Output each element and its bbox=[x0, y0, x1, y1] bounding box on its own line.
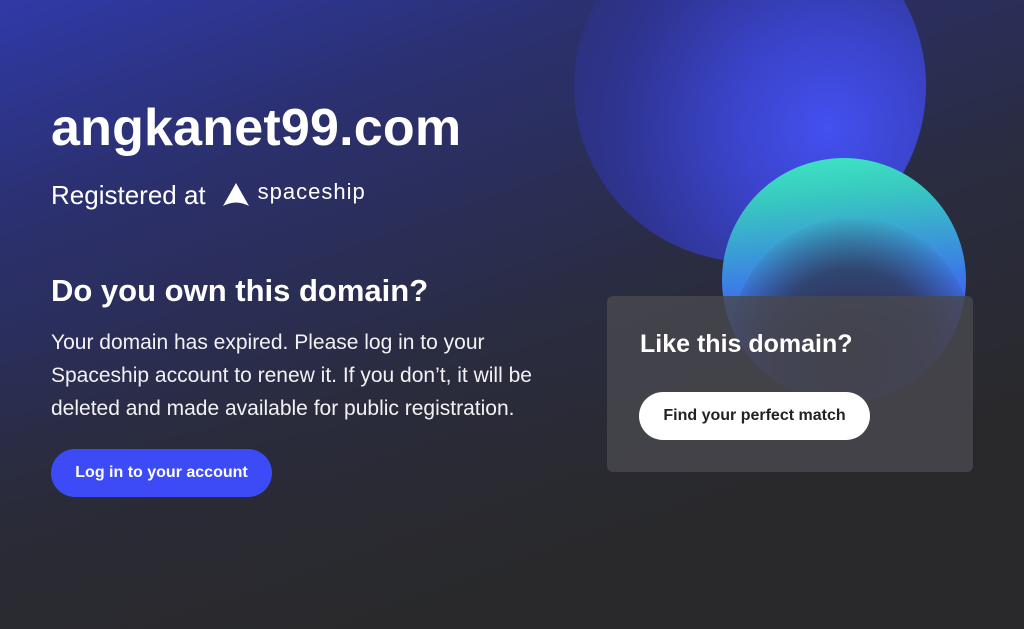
find-match-button[interactable]: Find your perfect match bbox=[639, 392, 870, 440]
like-domain-heading: Like this domain? bbox=[640, 330, 853, 358]
registered-at-label: Registered at bbox=[51, 180, 206, 210]
like-domain-card: Like this domain? Find your perfect matc… bbox=[607, 296, 973, 472]
ownership-heading: Do you own this domain? bbox=[51, 273, 429, 308]
registrar-name: spaceship bbox=[257, 179, 366, 204]
spaceship-logo-icon bbox=[222, 182, 250, 208]
domain-title: angkanet99.com bbox=[51, 99, 462, 157]
login-button[interactable]: Log in to your account bbox=[51, 449, 272, 497]
expiry-message: Your domain has expired. Please log in t… bbox=[51, 331, 532, 420]
registrar-brand[interactable]: spaceship bbox=[222, 179, 366, 210]
registered-at-row: Registered at spaceship bbox=[51, 177, 366, 213]
